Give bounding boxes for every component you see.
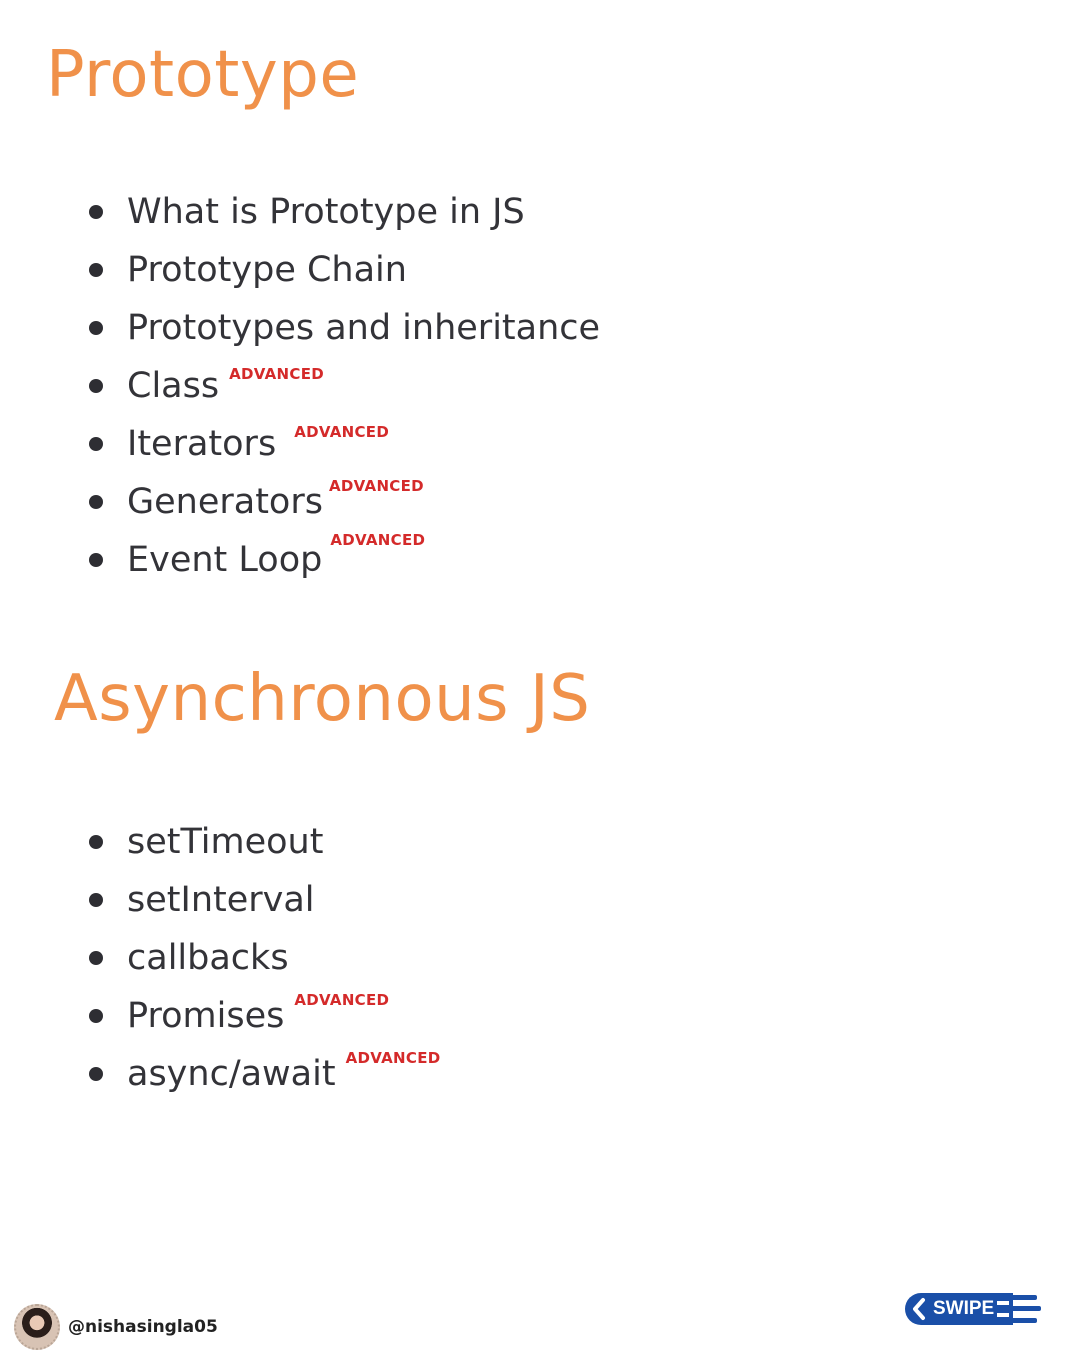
section-title-async: Asynchronous JS (54, 662, 591, 736)
section-title-prototype: Prototype (46, 38, 360, 112)
item-label: Class (127, 366, 220, 406)
bullet-icon (89, 1067, 103, 1081)
item-label: Prototypes and inheritance (127, 308, 601, 348)
item-label: What is Prototype in JS (127, 192, 525, 232)
bullet-icon (89, 1009, 103, 1023)
item-label: setTimeout (127, 822, 324, 862)
list-item: callbacks (85, 929, 441, 987)
item-label: Iterators (127, 424, 277, 464)
item-label: Event Loop (127, 540, 323, 580)
bullet-icon (89, 835, 103, 849)
advanced-badge: ADVANCED (294, 423, 390, 441)
item-label: async/await (127, 1054, 336, 1094)
list-item: Prototypes and inheritance (85, 299, 600, 357)
advanced-badge: ADVANCED (229, 365, 325, 383)
advanced-badge: ADVANCED (328, 477, 424, 495)
author-tag: @nishasingla05 (14, 1304, 218, 1350)
list-item: Promises ADVANCED (85, 987, 441, 1045)
list-item: What is Prototype in JS (85, 183, 600, 241)
prototype-topic-list: What is Prototype in JS Prototype Chain … (85, 183, 600, 589)
bullet-icon (89, 321, 103, 335)
bullet-icon (89, 893, 103, 907)
swipe-label: SWIPE (933, 1298, 995, 1319)
list-item: Iterators ADVANCED (85, 415, 600, 473)
item-label: Generators (127, 482, 323, 522)
bullet-icon (89, 263, 103, 277)
advanced-badge: ADVANCED (345, 1049, 441, 1067)
bullet-icon (89, 205, 103, 219)
item-label: Prototype Chain (127, 250, 407, 290)
list-item: setTimeout (85, 813, 441, 871)
bullet-icon (89, 379, 103, 393)
bullet-icon (89, 495, 103, 509)
list-item: Event Loop ADVANCED (85, 531, 600, 589)
swipe-badge: SWIPE (903, 1291, 1041, 1327)
item-label: setInterval (127, 880, 315, 920)
list-item: Prototype Chain (85, 241, 600, 299)
advanced-badge: ADVANCED (330, 531, 426, 549)
item-label: Promises (127, 996, 285, 1036)
item-label: callbacks (127, 938, 289, 978)
bullet-icon (89, 951, 103, 965)
bullet-icon (89, 553, 103, 567)
list-item: async/await ADVANCED (85, 1045, 441, 1103)
author-handle: @nishasingla05 (68, 1317, 218, 1337)
list-item: Generators ADVANCED (85, 473, 600, 531)
advanced-badge: ADVANCED (294, 991, 390, 1009)
list-item: Class ADVANCED (85, 357, 600, 415)
list-item: setInterval (85, 871, 441, 929)
bullet-icon (89, 437, 103, 451)
avatar (14, 1304, 60, 1350)
async-topic-list: setTimeout setInterval callbacks Promise… (85, 813, 441, 1103)
